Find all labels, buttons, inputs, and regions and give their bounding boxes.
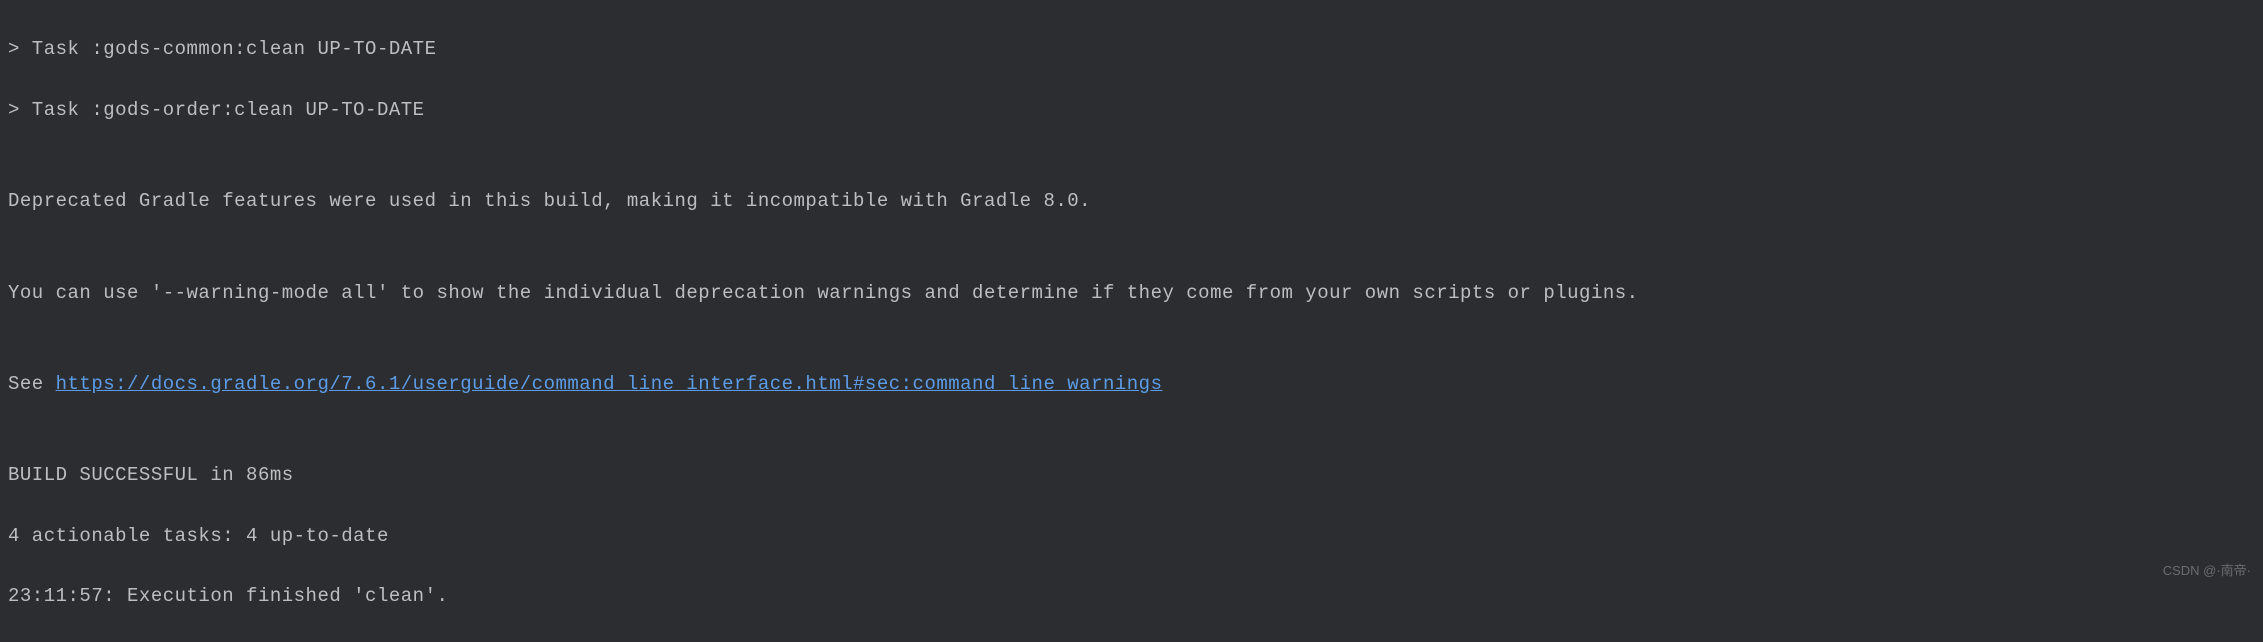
docs-link[interactable]: https://docs.gradle.org/7.6.1/userguide/… xyxy=(56,373,1163,395)
console-line: > Task :gods-common:clean UP-TO-DATE xyxy=(8,34,2255,64)
console-line: You can use '--warning-mode all' to show… xyxy=(8,278,2255,308)
console-line: Deprecated Gradle features were used in … xyxy=(8,186,2255,216)
console-output: > Task :gods-common:clean UP-TO-DATE > T… xyxy=(8,4,2255,642)
console-line-with-link: See https://docs.gradle.org/7.6.1/usergu… xyxy=(8,369,2255,399)
console-line: BUILD SUCCESSFUL in 86ms xyxy=(8,460,2255,490)
console-line: 23:11:57: Execution finished 'clean'. xyxy=(8,581,2255,611)
watermark-text: CSDN @·南帝· xyxy=(2163,561,2251,582)
console-line: 4 actionable tasks: 4 up-to-date xyxy=(8,521,2255,551)
console-line: > Task :gods-order:clean UP-TO-DATE xyxy=(8,95,2255,125)
see-text: See xyxy=(8,373,56,395)
